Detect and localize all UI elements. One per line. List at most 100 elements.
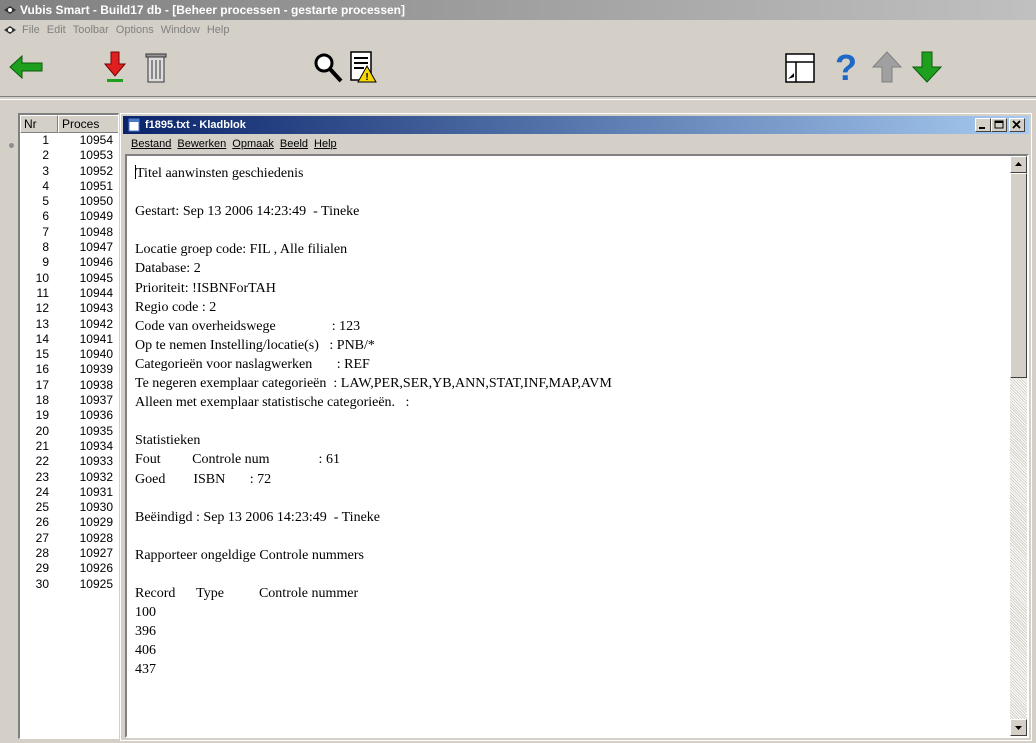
row-proces: 10939 — [79, 362, 113, 377]
trash-icon[interactable] — [143, 50, 169, 84]
row-nr: 19 — [35, 408, 49, 423]
text-line: 406 — [135, 643, 156, 659]
process-list-rows: 1 10954 2 10953 3 10952 4 10951 5 10950 6 10949 7 109… — [20, 133, 118, 592]
search-icon[interactable] — [313, 52, 343, 84]
menu-window[interactable]: Window — [161, 20, 200, 40]
table-row[interactable]: 13 10942 — [20, 317, 118, 332]
row-nr: 30 — [35, 576, 49, 591]
scroll-up-button[interactable] — [1010, 156, 1027, 173]
row-proces: 10948 — [79, 224, 113, 239]
download-arrow-icon[interactable] — [104, 50, 126, 84]
table-row[interactable]: 4 10951 — [20, 179, 118, 194]
notepad-icon — [128, 118, 140, 132]
table-row[interactable]: 3 10952 — [20, 163, 118, 179]
table-row[interactable]: 26 10929 — [20, 515, 118, 530]
table-row[interactable]: 15 10940 — [20, 347, 118, 362]
menu-edit[interactable]: Edit — [47, 20, 66, 40]
minimize-button[interactable] — [975, 118, 991, 132]
table-row[interactable]: 12 10943 — [20, 301, 118, 316]
text-line: Titel aanwinsten geschiedenis — [135, 164, 612, 183]
maximize-button[interactable] — [991, 118, 1007, 132]
table-row[interactable]: 25 10930 — [20, 500, 118, 515]
help-icon[interactable]: ? — [832, 48, 860, 84]
vertical-scrollbar[interactable] — [1010, 156, 1027, 736]
notepad-menu-bewerken[interactable]: Bewerken — [177, 135, 226, 154]
process-list[interactable]: Nr Proces 1 10954 2 10953 3 10952 4 10951 5 10950… — [18, 113, 119, 739]
table-row[interactable]: 21 10934 — [20, 439, 118, 454]
menu-help[interactable]: Help — [207, 20, 230, 40]
table-row[interactable]: 28 10927 — [20, 546, 118, 561]
table-row[interactable]: 6 10949 — [20, 209, 118, 224]
table-row[interactable]: 9 10946 — [20, 255, 118, 270]
row-proces: 10932 — [79, 469, 113, 484]
app-menu-bar: File Edit Toolbar Options Window Help — [0, 20, 1036, 40]
notepad-title-bar[interactable]: f1895.txt - Kladblok — [123, 116, 1029, 134]
table-row[interactable]: 19 10936 — [20, 408, 118, 423]
app-title: Vubis Smart - Build17 db - [Beheer proce… — [20, 3, 405, 17]
table-row[interactable]: 23 10932 — [20, 469, 118, 485]
table-row[interactable]: 22 10933 — [20, 454, 118, 469]
selected-row-indicator — [9, 143, 14, 148]
notepad-menu-help[interactable]: Help — [314, 135, 337, 154]
text-line: Te negeren exemplaar categorieën : LAW,P… — [135, 376, 612, 392]
row-proces: 10929 — [79, 515, 113, 530]
text-line — [135, 183, 612, 202]
table-row[interactable]: 18 10937 — [20, 393, 118, 408]
report-icon[interactable]: ! — [349, 50, 377, 84]
table-row[interactable]: 16 10939 — [20, 362, 118, 377]
maximize-icon — [994, 120, 1004, 129]
table-row[interactable]: 8 10947 — [20, 240, 118, 255]
notepad-menu-beeld[interactable]: Beeld — [280, 135, 308, 154]
back-arrow-icon[interactable] — [8, 53, 44, 81]
row-nr: 26 — [35, 515, 49, 530]
close-button[interactable] — [1009, 118, 1025, 132]
notepad-text-area[interactable]: Titel aanwinsten geschiedenis Gestart: Se… — [125, 154, 1029, 738]
table-row[interactable]: 29 10926 — [20, 561, 118, 576]
window-menu-icon[interactable] — [3, 23, 17, 37]
row-nr: 27 — [35, 530, 49, 545]
toolbar: ! ? — [0, 40, 1036, 96]
column-header-proces[interactable]: Proces — [58, 115, 118, 133]
menu-options[interactable]: Options — [116, 20, 154, 40]
text-line: Prioriteit: !ISBNForTAH — [135, 280, 276, 296]
notepad-menu-bar: Bestand Bewerken Opmaak Beeld Help — [123, 135, 337, 154]
svg-text:!: ! — [365, 72, 368, 83]
table-row[interactable]: 24 10931 — [20, 485, 118, 500]
notepad-menu-bestand[interactable]: Bestand — [131, 135, 171, 154]
scroll-down-icon — [1015, 726, 1022, 730]
row-proces: 10925 — [79, 576, 113, 591]
scrollbar-thumb[interactable] — [1010, 173, 1027, 378]
row-proces: 10954 — [79, 133, 113, 147]
scroll-down-button[interactable] — [1010, 719, 1027, 736]
row-nr: 7 — [42, 224, 49, 239]
menu-file[interactable]: File — [22, 20, 40, 40]
row-nr: 2 — [42, 148, 49, 163]
row-nr: 25 — [35, 500, 49, 515]
column-header-nr[interactable]: Nr — [20, 115, 58, 133]
table-row[interactable]: 11 10944 — [20, 286, 118, 301]
text-line: Fout Controle num : 61 — [135, 452, 340, 468]
table-row[interactable]: 30 10925 — [20, 576, 118, 592]
table-row[interactable]: 2 10953 — [20, 148, 118, 163]
text-line — [135, 527, 612, 546]
table-row[interactable]: 10 10945 — [20, 271, 118, 286]
row-nr: 16 — [35, 362, 49, 377]
table-row[interactable]: 17 10938 — [20, 378, 118, 393]
up-arrow-icon[interactable] — [870, 50, 904, 84]
table-row[interactable]: 5 10950 — [20, 194, 118, 209]
table-row[interactable]: 27 10928 — [20, 530, 118, 546]
notepad-menu-opmaak[interactable]: Opmaak — [232, 135, 274, 154]
table-row[interactable]: 7 10948 — [20, 224, 118, 240]
row-proces: 10952 — [79, 163, 113, 178]
table-row[interactable]: 1 10954 — [20, 133, 118, 148]
row-proces: 10928 — [79, 530, 113, 545]
row-proces: 10933 — [79, 454, 113, 469]
window-icon[interactable] — [784, 52, 816, 84]
text-line: 396 — [135, 624, 156, 640]
text-line: Op te nemen Instelling/locatie(s) : PNB/… — [135, 337, 375, 353]
table-row[interactable]: 20 10935 — [20, 424, 118, 439]
menu-toolbar[interactable]: Toolbar — [73, 20, 109, 40]
down-arrow-icon[interactable] — [910, 50, 944, 84]
row-nr: 5 — [42, 194, 49, 209]
table-row[interactable]: 14 10941 — [20, 332, 118, 347]
